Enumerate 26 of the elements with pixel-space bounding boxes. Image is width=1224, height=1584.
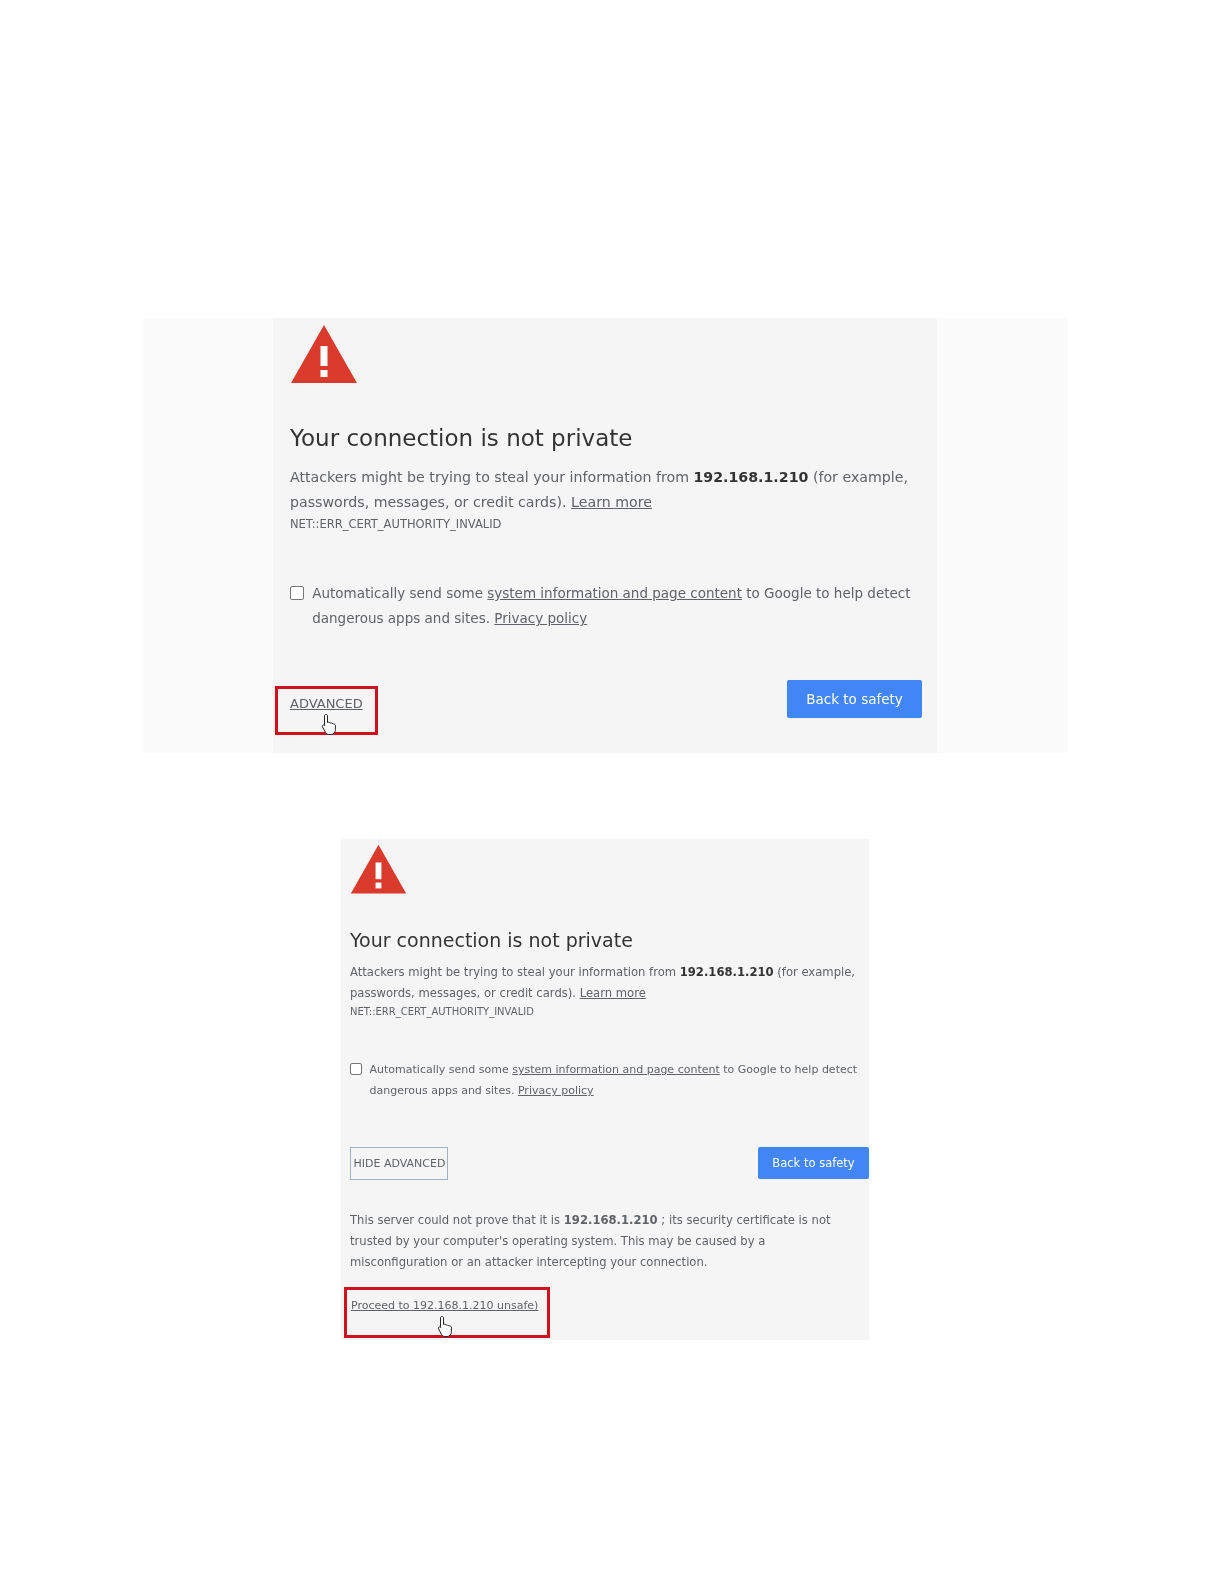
- details-text: This server could not prove that it is 192.168.1.210 ; its security certificate is not trusted by your computer's operating system. This may be caused by a misconfiguration or an attacker intercepting your connection.: [350, 1212, 832, 1272]
- report-checkbox[interactable]: [290, 586, 305, 601]
- warning-icon: [350, 844, 407, 895]
- warning-text: Attackers might be trying to steal your information from 192.168.1.210 (for example, passwords, messages, or credit cards). Learn more: [350, 964, 857, 1003]
- learn-more-link[interactable]: Learn more: [579, 986, 646, 1001]
- back-to-safety-button[interactable]: Back to safety: [787, 680, 922, 719]
- privacy-policy-link[interactable]: Privacy policy: [517, 1084, 594, 1098]
- hand-cursor-icon: [437, 1315, 453, 1337]
- learn-more-link[interactable]: Learn more: [571, 494, 652, 511]
- back-to-safety-button[interactable]: Back to safety: [758, 1147, 869, 1180]
- error-code: NET::ERR_CERT_AUTHORITY_INVALID: [290, 517, 503, 532]
- system-information-link[interactable]: system information and page content: [512, 1063, 720, 1077]
- proceed-link[interactable]: Proceed to 192.168.1.210 unsafe): [351, 1299, 539, 1313]
- hide-advanced-button[interactable]: HIDE ADVANCED: [350, 1147, 448, 1181]
- error-code: NET::ERR_CERT_AUTHORITY_INVALID: [350, 1006, 535, 1018]
- report-text: Automatically send some system information and page content to Google to help detect dangerous apps and sites. Privacy policy: [369, 1062, 859, 1100]
- page-heading: Your connection is not private: [350, 928, 634, 951]
- system-information-link[interactable]: system information and page content: [487, 585, 742, 602]
- warning-text: Attackers might be trying to steal your information from 192.168.1.210 (for example, passwords, messages, or credit cards). Learn more: [290, 468, 909, 513]
- report-text: Automatically send some system information and page content to Google to help detect dangerous apps and sites. Privacy policy: [312, 584, 912, 629]
- advanced-link[interactable]: ADVANCED: [290, 696, 363, 712]
- page-heading: Your connection is not private: [290, 425, 634, 452]
- warning-icon: [290, 324, 358, 384]
- report-checkbox[interactable]: [350, 1063, 362, 1075]
- privacy-policy-link[interactable]: Privacy policy: [494, 610, 588, 627]
- hand-cursor-icon: [321, 712, 338, 735]
